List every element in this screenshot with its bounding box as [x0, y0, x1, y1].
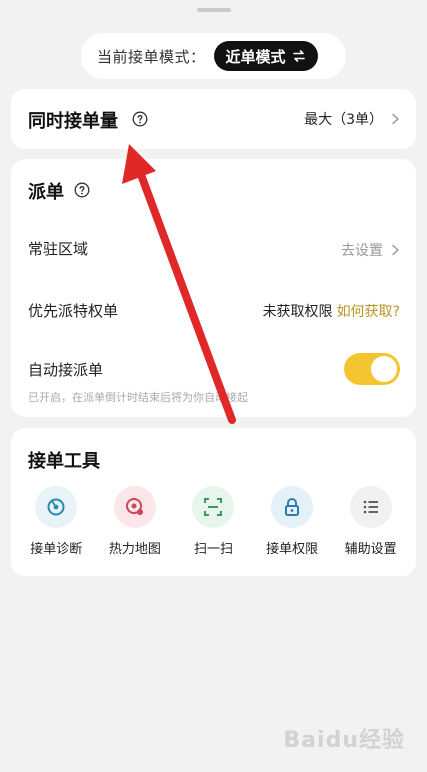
resident-area-label: 常驻区域 — [28, 240, 89, 258]
simultaneous-title: 同时接单量 — [28, 111, 118, 132]
auto-accept-toggle[interactable] — [344, 353, 400, 385]
help-icon[interactable] — [132, 111, 148, 127]
scan-icon — [192, 486, 235, 528]
tool-scan[interactable]: 扫一扫 — [176, 486, 250, 557]
tool-label: 接单诊断 — [30, 542, 83, 557]
tool-assist-settings[interactable]: 辅助设置 — [334, 486, 408, 557]
permission-status: 未获取权限 — [262, 304, 333, 320]
heatmap-icon — [113, 486, 156, 528]
swap-icon — [292, 50, 305, 62]
baidu-watermark: Baidu经验 — [283, 728, 405, 753]
tool-label: 接单权限 — [266, 542, 319, 557]
tool-label: 辅助设置 — [344, 542, 397, 557]
how-to-obtain-link[interactable]: 如何获取? — [337, 301, 400, 321]
simultaneous-orders-card[interactable]: 同时接单量 最大（3单） — [11, 89, 416, 149]
priority-dispatch-status: 未获取权限 如何获取? — [263, 301, 400, 321]
resident-area-setting[interactable]: 去设置 — [341, 240, 400, 260]
lock-icon — [271, 486, 314, 528]
simultaneous-value-link[interactable]: 最大（3单） — [304, 109, 400, 129]
simultaneous-value: 最大（3单） — [304, 112, 383, 128]
diagnosis-icon — [35, 486, 78, 528]
toggle-knob — [371, 356, 397, 382]
resident-area-value: 去设置 — [341, 243, 383, 259]
mode-label: 当前接单模式： — [97, 47, 206, 66]
tool-label: 热力地图 — [108, 542, 161, 557]
mode-value: 近单模式 — [225, 47, 286, 66]
tools-title: 接单工具 — [28, 451, 100, 472]
dispatch-card: 派单 常驻区域 去设置 优先派特权单 未获取权限 如何获取? 自动接派单 已开启… — [11, 159, 416, 417]
list-settings-icon — [349, 486, 392, 528]
tool-diagnosis[interactable]: 接单诊断 — [19, 486, 93, 557]
auto-accept-label: 自动接派单 — [28, 361, 104, 379]
tool-label: 扫一扫 — [193, 542, 233, 557]
order-tools-card: 接单工具 接单诊断 热力地图 扫一扫 接单权限 辅助设置 — [11, 428, 416, 576]
auto-accept-hint: 已开启，在派单倒计时结束后将为你自动接起 — [28, 391, 248, 404]
mode-switch-button[interactable]: 近单模式 — [213, 41, 318, 71]
priority-dispatch-label: 优先派特权单 — [28, 302, 119, 320]
order-mode-pill: 当前接单模式： 近单模式 — [81, 33, 346, 79]
sheet-grabber[interactable] — [197, 8, 231, 12]
tool-heatmap[interactable]: 热力地图 — [98, 486, 172, 557]
dispatch-title: 派单 — [28, 182, 64, 203]
help-icon[interactable] — [74, 182, 90, 198]
tool-permission[interactable]: 接单权限 — [255, 486, 329, 557]
chevron-right-icon — [392, 244, 399, 256]
chevron-right-icon — [392, 113, 399, 125]
